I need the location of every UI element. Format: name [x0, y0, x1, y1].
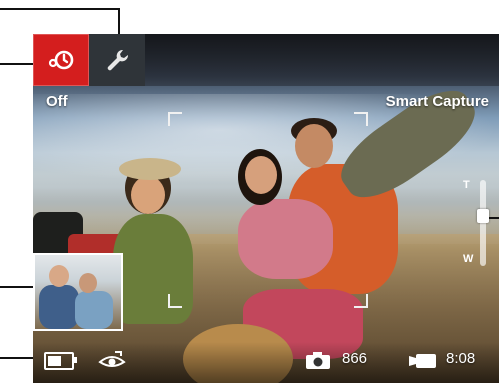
- battery-level: [48, 356, 61, 366]
- focus-bracket-bottom-left: [168, 294, 182, 308]
- settings-callout-line-vertical: [118, 8, 120, 36]
- thumbnail-face: [79, 273, 97, 293]
- scene-person-right-face: [295, 124, 333, 168]
- capture-mode-callout-line: [0, 63, 34, 65]
- scene-person-middle: [238, 199, 333, 279]
- focus-bracket-top-left: [168, 112, 182, 126]
- thumbnail-person: [39, 285, 79, 329]
- focus-bracket-top-right: [354, 112, 368, 126]
- recording-time-remaining: 8:08: [446, 350, 476, 367]
- thumbnail-callout-line: [0, 286, 34, 288]
- flash-mode-button[interactable]: [33, 34, 89, 86]
- thumbnail-face: [49, 265, 69, 287]
- red-eye-icon: [98, 351, 126, 367]
- pictures-remaining: 866: [342, 350, 368, 367]
- wrench-icon: [107, 49, 129, 71]
- zoom-slider-handle[interactable]: [477, 209, 489, 223]
- zoom-tele-label: T: [463, 179, 470, 191]
- scene-person-left-hat: [119, 158, 181, 180]
- camera-icon: [306, 352, 330, 369]
- focus-bracket-bottom-right: [354, 294, 368, 308]
- settings-button[interactable]: [89, 34, 145, 86]
- last-picture-thumbnail[interactable]: [33, 253, 123, 331]
- thumbnail-person: [75, 291, 113, 329]
- scene-mode-label: Smart Capture: [385, 93, 489, 110]
- battery-icon: [44, 352, 77, 370]
- video-camera-icon: [409, 354, 436, 368]
- zoom-callout-line: [489, 217, 499, 219]
- settings-callout-line: [0, 8, 120, 10]
- scene-person-middle-face: [245, 156, 277, 194]
- scene-person-left-face: [131, 176, 165, 214]
- zoom-slider-track[interactable]: [480, 180, 486, 266]
- flash-off-icon: [48, 50, 74, 70]
- zoom-wide-label: W: [463, 253, 474, 265]
- battery-callout-line: [0, 357, 34, 359]
- flash-status-label: Off: [46, 93, 68, 110]
